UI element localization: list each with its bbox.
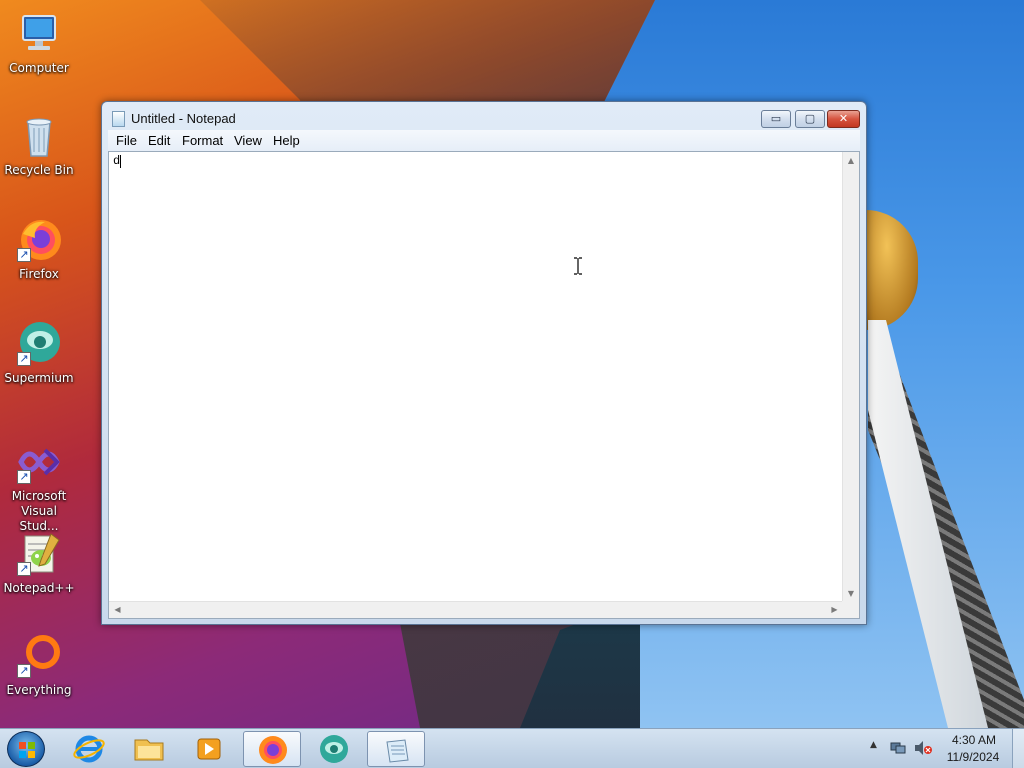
media-player-icon bbox=[197, 738, 221, 760]
firefox-icon bbox=[259, 736, 287, 764]
internet-explorer-icon bbox=[73, 735, 105, 763]
taskbar-notepad[interactable] bbox=[367, 731, 425, 767]
menu-view[interactable]: View bbox=[234, 133, 262, 148]
windows-logo-icon bbox=[19, 742, 35, 758]
menu-edit[interactable]: Edit bbox=[148, 133, 170, 148]
start-button[interactable] bbox=[7, 731, 45, 767]
tray-expand-icon[interactable]: ▲ bbox=[870, 740, 877, 750]
window-title: Untitled - Notepad bbox=[131, 111, 236, 126]
menu-bar: File Edit Format View Help bbox=[108, 130, 860, 151]
taskbar-firefox[interactable] bbox=[243, 731, 301, 767]
menu-format[interactable]: Format bbox=[182, 133, 223, 148]
desktop-icon-label: Recycle Bin bbox=[4, 163, 74, 177]
shortcut-arrow-icon: ↗ bbox=[17, 470, 31, 484]
clock-time[interactable]: 4:30 AM bbox=[946, 733, 1002, 747]
notepad-plus-plus-icon: ↗ bbox=[15, 530, 63, 578]
desktop-icon-computer[interactable]: Computer bbox=[2, 10, 76, 76]
taskbar-file-explorer[interactable] bbox=[120, 731, 178, 767]
show-desktop-button[interactable] bbox=[1012, 729, 1024, 768]
supermium-icon: ↗ bbox=[15, 320, 63, 368]
desktop-icon-label: Supermium bbox=[4, 371, 74, 385]
supermium-icon bbox=[320, 735, 348, 763]
menu-file[interactable]: File bbox=[116, 133, 137, 148]
horizontal-scrollbar[interactable]: ◀ ▶ bbox=[109, 601, 843, 618]
desktop-icon-label: Firefox bbox=[19, 267, 59, 281]
volume-muted-icon[interactable] bbox=[914, 740, 932, 756]
taskbar: ▲ 4:30 AM 11/9/2024 bbox=[0, 728, 1024, 768]
taskbar-internet-explorer[interactable] bbox=[60, 731, 118, 767]
desktop-icon-label: Everything bbox=[6, 683, 72, 697]
taskbar-supermium[interactable] bbox=[305, 731, 363, 767]
scroll-right-arrow-icon[interactable]: ▶ bbox=[826, 602, 843, 618]
file-explorer-icon bbox=[134, 739, 164, 761]
computer-icon bbox=[15, 10, 63, 58]
size-grip[interactable] bbox=[842, 601, 859, 618]
maximize-icon: ▢ bbox=[804, 112, 816, 125]
text-cursor-icon bbox=[574, 257, 582, 275]
minimize-icon: ▭ bbox=[770, 112, 782, 125]
minimize-button[interactable]: ▭ bbox=[761, 110, 791, 128]
desktop-icon-label: Computer bbox=[9, 61, 69, 75]
scroll-left-arrow-icon[interactable]: ◀ bbox=[109, 602, 126, 618]
text-caret bbox=[120, 155, 121, 168]
scroll-down-arrow-icon[interactable]: ▼ bbox=[843, 585, 859, 602]
notepad-window[interactable]: Untitled - Notepad ▭ ▢ ✕ File Edit Forma… bbox=[101, 101, 867, 625]
title-bar[interactable]: Untitled - Notepad ▭ ▢ ✕ bbox=[102, 102, 866, 131]
taskbar-media-player[interactable] bbox=[180, 731, 238, 767]
text-editor-area[interactable]: d ▲ ▼ ◀ ▶ bbox=[108, 151, 860, 619]
desktop-icon-label: Notepad++ bbox=[3, 581, 75, 595]
wallpaper-tower-leg bbox=[868, 320, 988, 728]
shortcut-arrow-icon: ↗ bbox=[17, 562, 31, 576]
recycle-bin-icon bbox=[15, 112, 63, 160]
desktop-icon-notepad-plus-plus[interactable]: ↗ Notepad++ bbox=[2, 530, 76, 596]
network-icon[interactable] bbox=[890, 740, 906, 756]
desktop-icon-recycle-bin[interactable]: Recycle Bin bbox=[2, 112, 76, 178]
notepad-app-icon bbox=[112, 111, 125, 127]
notepad-icon bbox=[386, 739, 409, 763]
maximize-button[interactable]: ▢ bbox=[795, 110, 825, 128]
desktop-icon-visual-studio[interactable]: ↗ Microsoft Visual Stud... bbox=[2, 438, 76, 534]
desktop-icon-firefox[interactable]: ↗ Firefox bbox=[2, 216, 76, 282]
desktop-icon-supermium[interactable]: ↗ Supermium bbox=[2, 320, 76, 386]
shortcut-arrow-icon: ↗ bbox=[17, 352, 31, 366]
close-icon: ✕ bbox=[838, 112, 849, 125]
scroll-up-arrow-icon[interactable]: ▲ bbox=[843, 152, 859, 169]
desktop-icon-label: Microsoft Visual Stud... bbox=[11, 489, 67, 533]
shortcut-arrow-icon: ↗ bbox=[17, 248, 31, 262]
everything-search-icon: ↗ bbox=[15, 632, 63, 680]
visual-studio-icon: ↗ bbox=[15, 438, 63, 486]
menu-help[interactable]: Help bbox=[273, 133, 300, 148]
clock-date[interactable]: 11/9/2024 bbox=[940, 750, 1006, 764]
vertical-scrollbar[interactable]: ▲ ▼ bbox=[842, 152, 859, 602]
desktop-icon-everything[interactable]: ↗ Everything bbox=[2, 632, 76, 698]
close-button[interactable]: ✕ bbox=[827, 110, 860, 128]
firefox-icon: ↗ bbox=[15, 216, 63, 264]
shortcut-arrow-icon: ↗ bbox=[17, 664, 31, 678]
wallpaper-tower-top bbox=[866, 210, 918, 330]
